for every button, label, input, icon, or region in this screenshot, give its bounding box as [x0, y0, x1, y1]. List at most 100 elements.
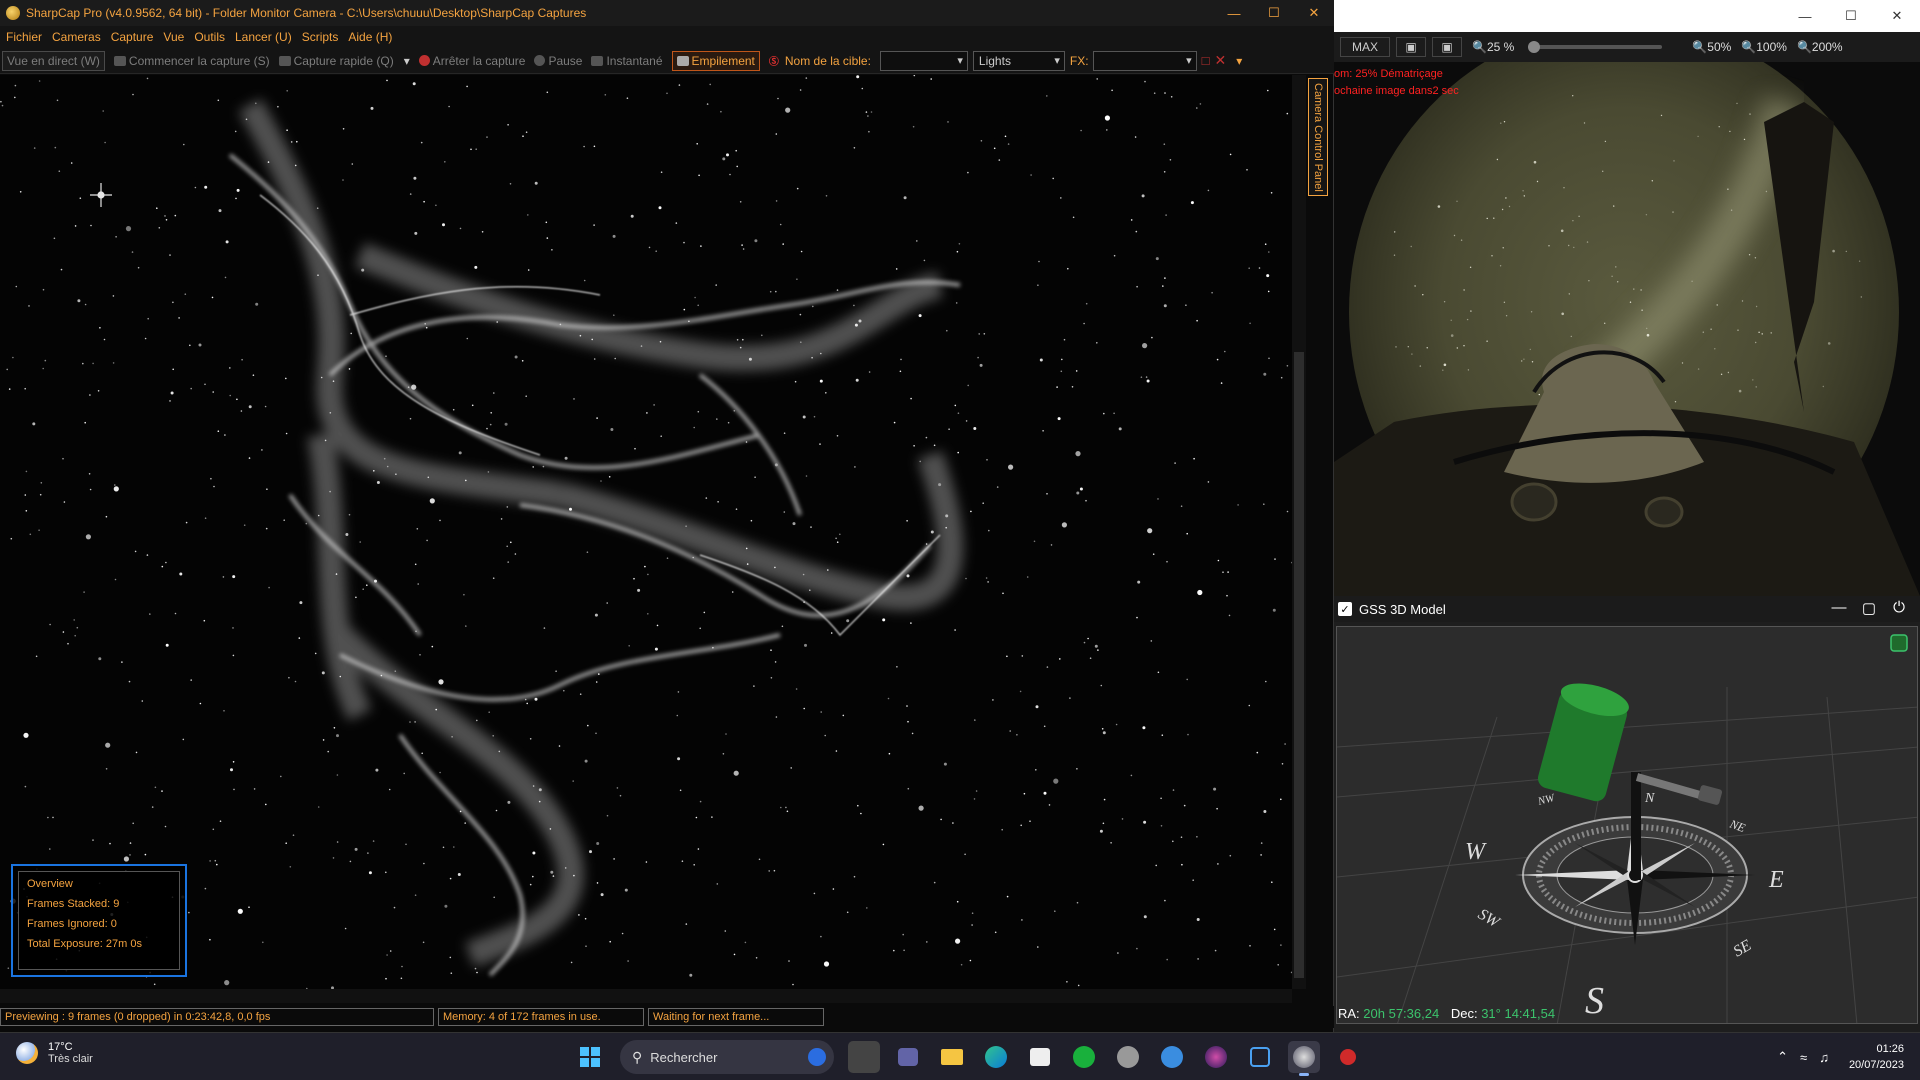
- wifi-icon[interactable]: ≈: [1800, 1050, 1807, 1065]
- sharpcap-glyph: [1293, 1046, 1315, 1068]
- nebula-image-viewport[interactable]: [0, 75, 1292, 989]
- zoom-current-value: 25 %: [1486, 40, 1515, 54]
- menu-lancer[interactable]: Lancer (U): [235, 30, 292, 44]
- app-blue-icon[interactable]: [1156, 1041, 1188, 1073]
- zoom-50-label: 50%: [1707, 40, 1732, 54]
- fit-screen-icon[interactable]: ▣: [1396, 37, 1426, 57]
- target-name-label: Ⓢ Nom de la cible:: [769, 53, 871, 69]
- allsky-maximize-button[interactable]: ☐: [1828, 0, 1874, 32]
- sharpcap-taskbar-icon[interactable]: [1288, 1041, 1320, 1076]
- zoom-slider-knob[interactable]: [1528, 41, 1541, 53]
- gss-settings-icon[interactable]: [1890, 634, 1908, 652]
- crosshair-icon[interactable]: ✕: [1214, 52, 1226, 69]
- fx-combo[interactable]: [1092, 50, 1197, 71]
- app-green-icon[interactable]: [1068, 1041, 1100, 1073]
- weather-widget[interactable]: 17°C Très clair: [16, 1041, 93, 1065]
- start-icon[interactable]: [574, 1041, 606, 1073]
- camera-icon: [278, 55, 291, 66]
- start-capture-button[interactable]: Commencer la capture (S): [113, 53, 270, 68]
- camera-icon: [113, 55, 126, 66]
- weather-moon-icon: [16, 1042, 38, 1064]
- green-app-glyph: [1073, 1046, 1095, 1068]
- windows-taskbar: 17°C Très clair ⚲ Rechercher ⌃ ≈ ♫ 01:26…: [0, 1032, 1920, 1080]
- camera-control-panel-tab[interactable]: Camera Control Panel: [1308, 78, 1328, 196]
- selection-rect-icon[interactable]: □: [1202, 53, 1210, 68]
- menu-outils[interactable]: Outils: [194, 30, 225, 44]
- status-bar: Previewing : 9 frames (0 dropped) in 0:2…: [0, 1006, 1334, 1028]
- zoom-200-button[interactable]: 🔍200%: [1797, 40, 1843, 54]
- system-tray: ⌃ ≈ ♫ 01:26 20/07/2023: [1777, 1041, 1904, 1073]
- toolbar-overflow-icon[interactable]: ▾: [1236, 54, 1242, 68]
- gss-3d-model-window: ✓ GSS 3D Model — ▢ ⏻ N NE E SE S SW W NW…: [1334, 596, 1920, 1032]
- app-target-icon[interactable]: [1244, 1041, 1276, 1073]
- teams-icon[interactable]: [892, 1041, 924, 1073]
- bing-icon: [808, 1048, 826, 1066]
- allsky-image[interactable]: om: 25% Dématriçage ochaine image dans2 …: [1334, 62, 1920, 596]
- frame-type-combo[interactable]: Lights: [972, 50, 1065, 71]
- start-capture-label: Commencer la capture (S): [128, 53, 270, 68]
- max-button[interactable]: MAX: [1340, 37, 1390, 57]
- live-view-button[interactable]: Vue en direct (W): [2, 50, 105, 71]
- file-explorer-icon[interactable]: [936, 1041, 968, 1073]
- quick-capture-button[interactable]: Capture rapide (Q) ▾: [278, 53, 410, 68]
- snapshot-button[interactable]: Instantané: [591, 54, 663, 68]
- chevron-down-icon[interactable]: ▾: [404, 54, 410, 68]
- vertical-scrollbar-thumb[interactable]: [1294, 352, 1304, 978]
- allsky-minimize-button[interactable]: —: [1782, 0, 1828, 32]
- zoom-current[interactable]: 🔍25 %: [1472, 40, 1514, 54]
- menu-aide[interactable]: Aide (H): [348, 30, 392, 44]
- menu-fichier[interactable]: Fichier: [6, 30, 42, 44]
- compass-w-label: W: [1465, 839, 1487, 865]
- compass-s-label: S: [1585, 980, 1604, 1022]
- gss-3d-viewport[interactable]: N NE E SE S SW W NW: [1336, 626, 1918, 1024]
- stop-capture-label: Arrêter la capture: [432, 53, 526, 68]
- zoom-50-button[interactable]: 🔍50%: [1692, 40, 1731, 54]
- gss-checkbox[interactable]: ✓: [1338, 602, 1352, 616]
- taskbar-search[interactable]: ⚲ Rechercher: [620, 1040, 834, 1074]
- status-memory: Memory: 4 of 172 frames in use.: [438, 1008, 644, 1026]
- zoom-slider[interactable]: [1528, 41, 1663, 53]
- gss-coordinates: RA: 20h 57:36,24 Dec: 31° 14:41,54: [1338, 1006, 1555, 1021]
- gss-minimize-icon[interactable]: —: [1824, 599, 1854, 617]
- menu-cameras[interactable]: Cameras: [52, 30, 101, 44]
- close-button[interactable]: ✕: [1294, 0, 1334, 26]
- fullscreen-icon[interactable]: ▣: [1432, 37, 1462, 57]
- zoom-100-button[interactable]: 🔍100%: [1741, 40, 1787, 54]
- pause-button[interactable]: Pause: [534, 54, 582, 68]
- quick-capture-label: Capture rapide (Q): [293, 53, 394, 68]
- tray-chevron-up-icon[interactable]: ⌃: [1777, 1049, 1788, 1065]
- minimize-button[interactable]: —: [1214, 0, 1254, 26]
- horizontal-scrollbar[interactable]: [0, 989, 1292, 1003]
- app-red-icon[interactable]: [1332, 1041, 1364, 1073]
- overview-title: Overview: [27, 878, 73, 890]
- allsky-camera-window: — ☐ ✕ MAX ▣ ▣ 🔍25 % 🔍50% 🔍100% 🔍200% om:…: [1334, 0, 1920, 596]
- red-app-glyph: [1340, 1049, 1356, 1065]
- volume-icon[interactable]: ♫: [1819, 1050, 1829, 1065]
- maximize-button[interactable]: ☐: [1254, 0, 1294, 26]
- compass-n-label: N: [1644, 791, 1655, 806]
- menu-capture[interactable]: Capture: [111, 30, 154, 44]
- app-moon-icon[interactable]: [1112, 1041, 1144, 1073]
- menu-vue[interactable]: Vue: [163, 30, 184, 44]
- edge-icon[interactable]: [980, 1041, 1012, 1073]
- allsky-close-button[interactable]: ✕: [1874, 0, 1920, 32]
- menu-scripts[interactable]: Scripts: [302, 30, 339, 44]
- allsky-overlay-line-1: om: 25% Dématriçage: [1334, 68, 1443, 80]
- task-view-icon[interactable]: [848, 1041, 880, 1073]
- target-name-combo[interactable]: [879, 50, 968, 71]
- gss-title: GSS 3D Model: [1359, 601, 1446, 617]
- zoom-100-label: 100%: [1756, 40, 1787, 54]
- weather-condition: Très clair: [48, 1053, 93, 1065]
- gss-maximize-icon[interactable]: ▢: [1854, 599, 1884, 617]
- clock[interactable]: 01:26 20/07/2023: [1849, 1041, 1904, 1073]
- ra-value: 20h 57:36,24: [1363, 1006, 1440, 1021]
- weather-temperature: 17°C: [48, 1041, 73, 1053]
- stacking-button[interactable]: Empilement: [671, 50, 760, 71]
- frames-stacked: Frames Stacked: 9: [27, 898, 120, 910]
- gss-power-icon[interactable]: ⏻: [1884, 599, 1914, 617]
- blue-app-glyph: [1161, 1046, 1183, 1068]
- stellarium-icon[interactable]: [1200, 1041, 1232, 1073]
- stop-capture-button[interactable]: Arrêter la capture: [418, 53, 526, 68]
- store-icon[interactable]: [1024, 1041, 1056, 1073]
- vertical-scrollbar[interactable]: [1292, 75, 1306, 989]
